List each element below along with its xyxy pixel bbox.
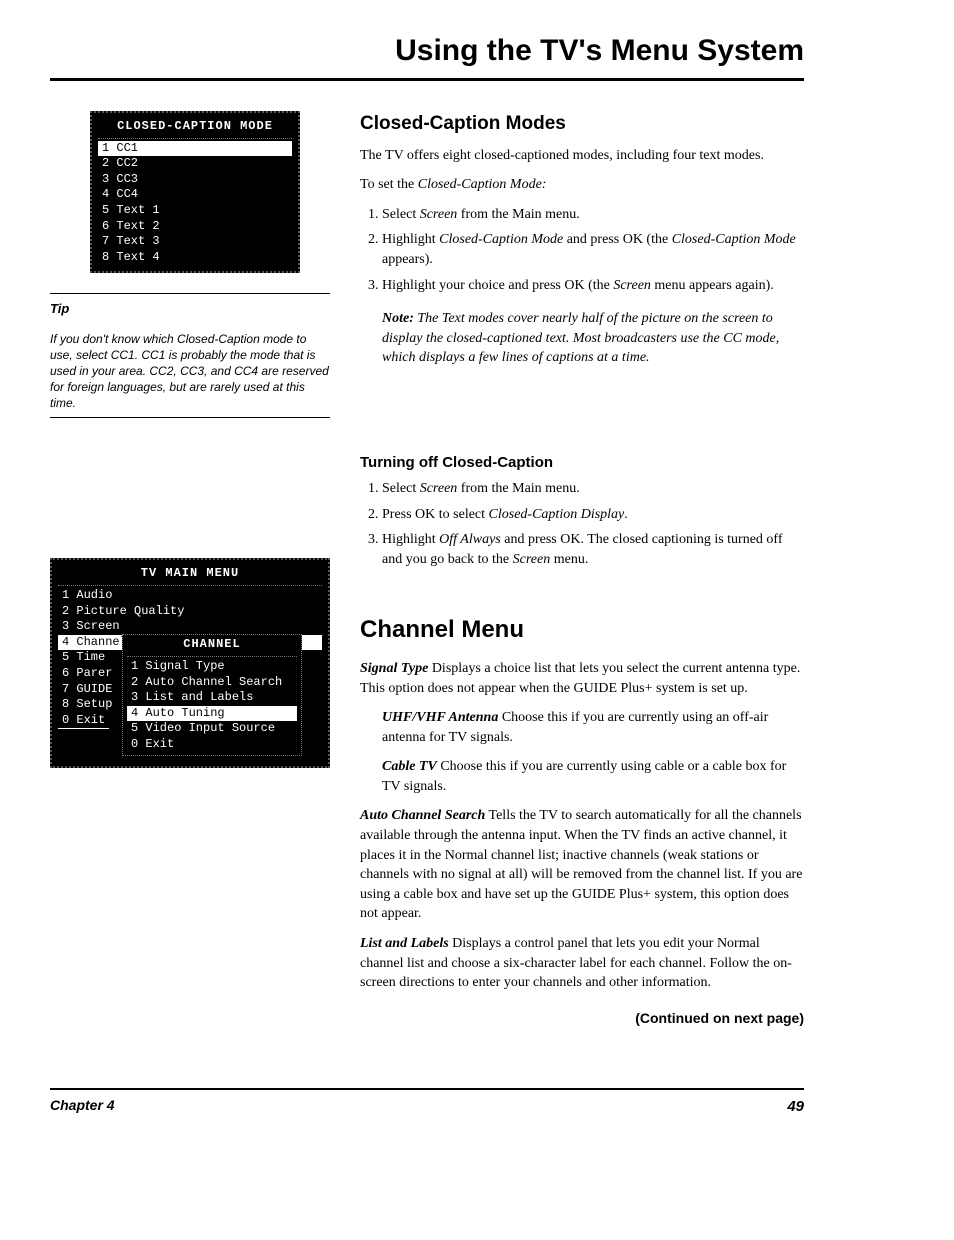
t: Press OK to select: [382, 507, 489, 522]
osd-item: 5 Video Input Source: [127, 721, 297, 737]
heading-channel-menu: Channel Menu: [360, 613, 804, 647]
footer-chapter: Chapter 4: [50, 1096, 115, 1117]
osd-item: 0 Exit: [127, 737, 297, 753]
list-item: Select Screen from the Main menu.: [382, 205, 804, 225]
turnoff-steps: Select Screen from the Main menu. Press …: [360, 479, 804, 569]
cc-note: Note: The Text modes cover nearly half o…: [382, 309, 804, 368]
osd-main-menu: TV MAIN MENU 1 Audio 2 Picture Quality 3…: [50, 558, 330, 768]
list-item: Highlight your choice and press OK (the …: [382, 276, 804, 296]
osd-item: 8 Text 4: [98, 250, 292, 266]
t: Closed-Caption Mode:: [418, 177, 547, 192]
osd-channel-title: CHANNEL: [127, 637, 297, 657]
t: Closed-Caption Mode: [439, 232, 563, 247]
list-item: Highlight Closed-Caption Mode and press …: [382, 230, 804, 269]
right-column: Closed-Caption Modes The TV offers eight…: [360, 111, 804, 1028]
cc-lead: To set the Closed-Caption Mode:: [360, 175, 804, 195]
t: Highlight: [382, 532, 439, 547]
label: List and Labels: [360, 936, 449, 951]
heading-cc-modes: Closed-Caption Modes: [360, 111, 804, 138]
t: .: [624, 507, 628, 522]
osd-item: 3 CC3: [98, 172, 292, 188]
osd-item: 4 Auto Tuning: [127, 706, 297, 722]
osd-item: 1 Signal Type: [127, 659, 297, 675]
content-columns: CLOSED-CAPTION MODE 1 CC1 2 CC2 3 CC3 4 …: [50, 111, 804, 1028]
t: Select: [382, 481, 420, 496]
osd-item: 2 CC2: [98, 156, 292, 172]
label: Signal Type: [360, 661, 428, 676]
cc-intro: The TV offers eight closed-captioned mod…: [360, 146, 804, 166]
t: Tells the TV to search automatically for…: [360, 808, 802, 921]
osd-cc-title: CLOSED-CAPTION MODE: [98, 119, 292, 139]
t: from the Main menu.: [457, 481, 579, 496]
osd-item: 2 Picture Quality: [58, 604, 322, 620]
osd-item: 4 CC4: [98, 187, 292, 203]
osd-item: 2 Auto Channel Search: [127, 675, 297, 691]
left-column: CLOSED-CAPTION MODE 1 CC1 2 CC2 3 CC3 4 …: [50, 111, 330, 1028]
tip-heading: Tip: [50, 300, 330, 318]
label: Cable TV: [382, 759, 437, 774]
list-item: Press OK to select Closed-Caption Displa…: [382, 505, 804, 525]
osd-item: 0 Exit: [58, 713, 109, 730]
osd-item: 5 Text 1: [98, 203, 292, 219]
osd-closed-caption: CLOSED-CAPTION MODE 1 CC1 2 CC2 3 CC3 4 …: [90, 111, 300, 273]
heading-turnoff-cc: Turning off Closed-Caption: [360, 452, 804, 473]
t: Highlight your choice and press OK (the: [382, 278, 613, 293]
osd-item: 7 Text 3: [98, 234, 292, 250]
osd-item: 1 CC1: [98, 141, 292, 157]
osd-item: 6 Text 2: [98, 219, 292, 235]
list-item: Highlight Off Always and press OK. The c…: [382, 530, 804, 569]
uhf-vhf-para: UHF/VHF Antenna Choose this if you are c…: [382, 708, 804, 747]
t: menu appears again).: [651, 278, 774, 293]
label: Auto Channel Search: [360, 808, 485, 823]
footer-page-number: 49: [787, 1096, 804, 1117]
label: UHF/VHF Antenna: [382, 710, 498, 725]
t: Screen: [513, 552, 551, 567]
cable-tv-para: Cable TV Choose this if you are currentl…: [382, 757, 804, 796]
t: and press OK (the: [563, 232, 671, 247]
page-title: Using the TV's Menu System: [50, 30, 804, 81]
t: appears).: [382, 252, 433, 267]
list-labels-para: List and Labels Displays a control panel…: [360, 934, 804, 993]
signal-type-para: Signal Type Displays a choice list that …: [360, 659, 804, 698]
t: Choose this if you are currently using c…: [382, 759, 786, 794]
t: Closed-Caption Mode: [672, 232, 796, 247]
t: menu.: [550, 552, 588, 567]
t: from the Main menu.: [457, 207, 579, 222]
t: Select: [382, 207, 420, 222]
osd-item: 3 List and Labels: [127, 690, 297, 706]
note-label: Note:: [382, 311, 414, 326]
t: Off Always: [439, 532, 501, 547]
page-footer: Chapter 4 49: [50, 1088, 804, 1117]
osd-main-title: TV MAIN MENU: [58, 566, 322, 586]
t: Closed-Caption Display: [489, 507, 625, 522]
t: To set the: [360, 177, 418, 192]
osd-item: 1 Audio: [58, 588, 322, 604]
t: Screen: [420, 207, 458, 222]
cc-steps: Select Screen from the Main menu. Highli…: [360, 205, 804, 295]
continued-text: (Continued on next page): [360, 1009, 804, 1029]
list-item: Select Screen from the Main menu.: [382, 479, 804, 499]
auto-search-para: Auto Channel Search Tells the TV to sear…: [360, 806, 804, 924]
osd-item: 3 Screen: [58, 619, 322, 635]
t: Screen: [420, 481, 458, 496]
t: Screen: [613, 278, 651, 293]
tip-text: If you don't know which Closed-Caption m…: [50, 325, 330, 419]
note-text: The Text modes cover nearly half of the …: [382, 311, 779, 365]
t: Highlight: [382, 232, 439, 247]
